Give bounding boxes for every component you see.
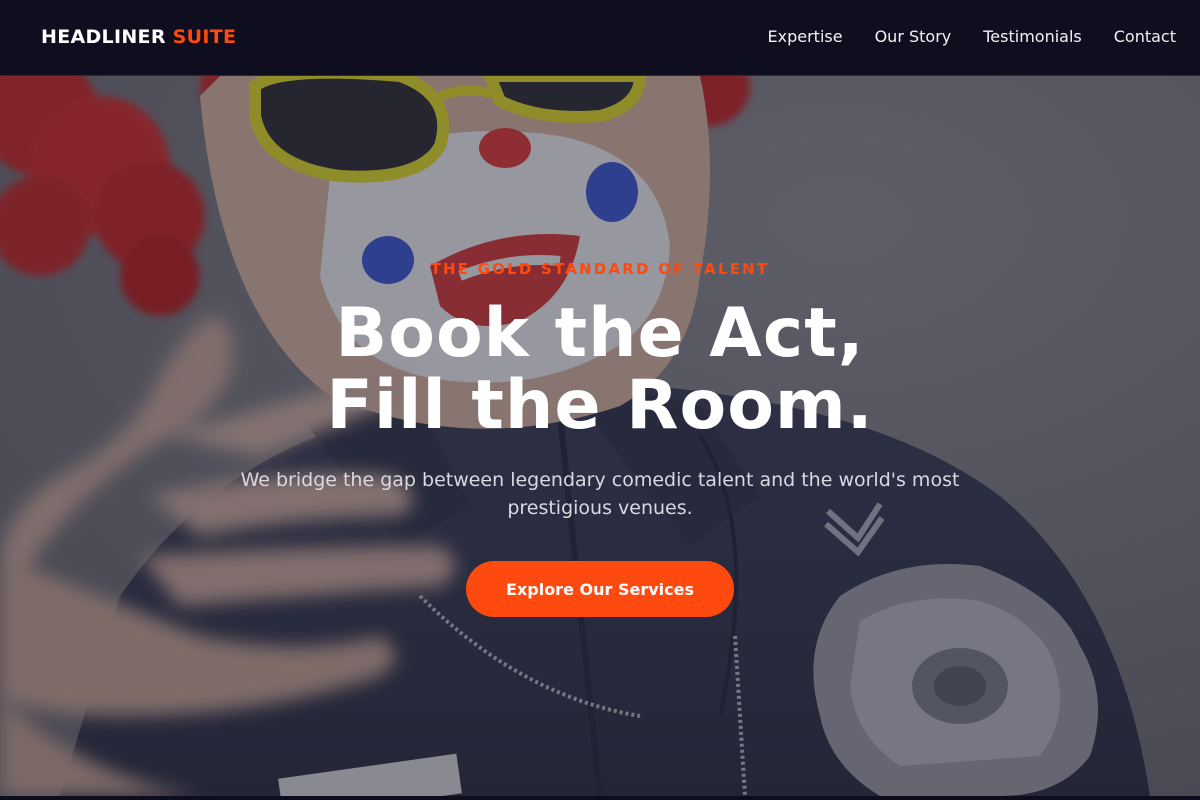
- brand-logo[interactable]: HEADLINER SUITE: [41, 26, 236, 48]
- hero-eyebrow: THE GOLD STANDARD OF TALENT: [430, 260, 770, 278]
- nav-link-expertise[interactable]: Expertise: [768, 27, 843, 46]
- main-nav: Expertise Our Story Testimonials Contact: [768, 27, 1176, 46]
- nav-link-contact[interactable]: Contact: [1114, 27, 1176, 46]
- hero-headline-line2: Fill the Room.: [326, 366, 874, 445]
- brand-name-accent: SUITE: [172, 26, 237, 48]
- nav-link-our-story[interactable]: Our Story: [875, 27, 952, 46]
- brand-name-primary: HEADLINER: [41, 26, 166, 48]
- hero-headline: Book the Act, Fill the Room.: [0, 298, 1200, 442]
- nav-link-testimonials[interactable]: Testimonials: [983, 27, 1082, 46]
- site-header: HEADLINER SUITE Expertise Our Story Test…: [0, 0, 1200, 76]
- explore-services-button[interactable]: Explore Our Services: [466, 561, 734, 617]
- hero-subtext: We bridge the gap between legendary come…: [240, 469, 960, 519]
- page-bottom-edge: [0, 796, 1200, 800]
- hero-headline-line1: Book the Act,: [335, 294, 865, 373]
- hero-section: THE GOLD STANDARD OF TALENT Book the Act…: [0, 76, 1200, 796]
